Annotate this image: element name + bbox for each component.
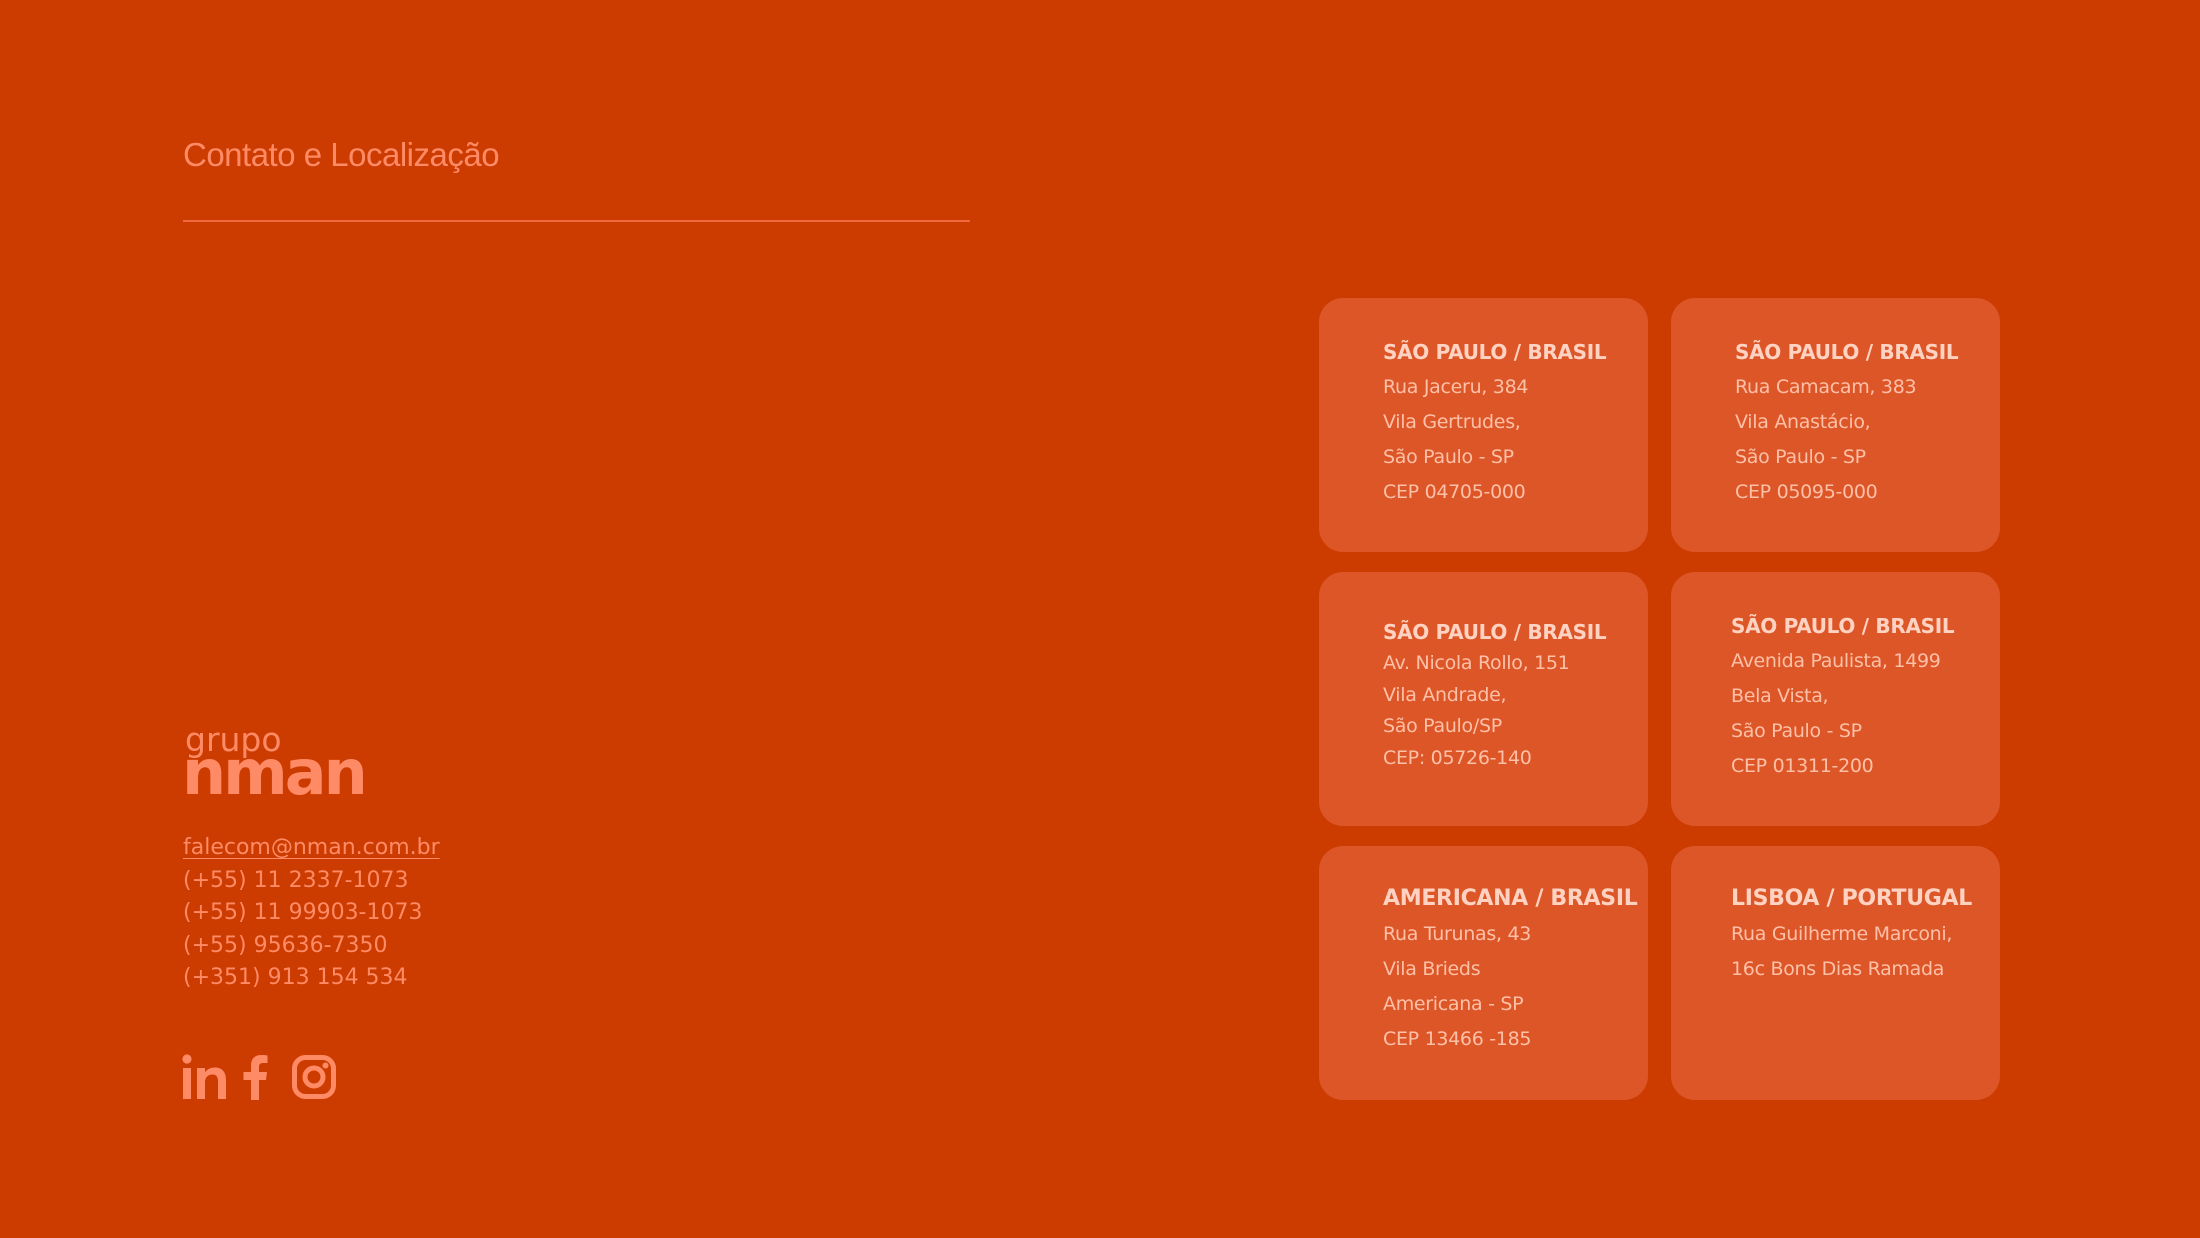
address-line: CEP 04705-000 [1383, 481, 1526, 503]
address-line: 16c Bons Dias Ramada [1731, 958, 1945, 980]
phone-number[interactable]: (+351) 913 154 534 [183, 962, 440, 995]
address-line: Rua Camacam, 383 [1735, 376, 1917, 398]
address-line: Vila Anastácio, [1735, 411, 1871, 433]
address-line: CEP 01311-200 [1731, 755, 1874, 777]
location-card: AMERICANA / BRASIL Rua Turunas, 43 Vila … [1319, 846, 1648, 1100]
address-line: CEP 05095-000 [1735, 481, 1878, 503]
address-line: São Paulo - SP [1735, 446, 1866, 468]
instagram-icon[interactable] [292, 1055, 336, 1099]
location-city: LISBOA / PORTUGAL [1731, 886, 1972, 911]
location-card: SÃO PAULO / BRASIL Avenida Paulista, 149… [1671, 572, 2000, 826]
location-card: SÃO PAULO / BRASIL Rua Jaceru, 384 Vila … [1319, 298, 1648, 552]
address-line: Rua Guilherme Marconi, [1731, 923, 1953, 945]
location-city: SÃO PAULO / BRASIL [1383, 620, 1607, 644]
location-card: SÃO PAULO / BRASIL Av. Nicola Rollo, 151… [1319, 572, 1648, 826]
location-city: SÃO PAULO / BRASIL [1731, 614, 1955, 638]
phone-number[interactable]: (+55) 11 2337-1073 [183, 865, 440, 898]
address-line: Av. Nicola Rollo, 151 [1383, 652, 1570, 674]
phone-number[interactable]: (+55) 11 99903-1073 [183, 897, 440, 930]
location-card: LISBOA / PORTUGAL Rua Guilherme Marconi,… [1671, 846, 2000, 1100]
address-line: Americana - SP [1383, 993, 1524, 1015]
linkedin-icon[interactable] [182, 1054, 228, 1100]
address-line: São Paulo - SP [1383, 446, 1514, 468]
address-line: São Paulo - SP [1731, 720, 1862, 742]
logo-main-text: nman [182, 736, 368, 809]
title-divider [183, 220, 970, 222]
contact-list: falecom@nman.com.br (+55) 11 2337-1073 (… [183, 832, 440, 995]
address-line: CEP 13466 -185 [1383, 1028, 1532, 1050]
location-card: SÃO PAULO / BRASIL Rua Camacam, 383 Vila… [1671, 298, 2000, 552]
grupo-nman-logo: grupo nman [182, 720, 368, 808]
address-line: Rua Jaceru, 384 [1383, 376, 1529, 398]
address-line: Vila Brieds [1383, 958, 1481, 980]
location-city: AMERICANA / BRASIL [1383, 886, 1638, 911]
email-link[interactable]: falecom@nman.com.br [183, 835, 440, 860]
address-line: Avenida Paulista, 1499 [1731, 650, 1941, 672]
location-city: SÃO PAULO / BRASIL [1735, 340, 1959, 364]
page-title: Contato e Localização [183, 136, 500, 173]
address-line: Vila Gertrudes, [1383, 411, 1521, 433]
address-line: São Paulo/SP [1383, 715, 1502, 737]
phone-number[interactable]: (+55) 95636-7350 [183, 930, 440, 963]
social-links [182, 1054, 336, 1100]
location-city: SÃO PAULO / BRASIL [1383, 340, 1607, 364]
address-line: Rua Turunas, 43 [1383, 923, 1532, 945]
facebook-icon[interactable] [242, 1054, 268, 1100]
address-line: CEP: 05726-140 [1383, 746, 1532, 769]
address-line: Vila Andrade, [1383, 683, 1507, 706]
address-line: Bela Vista, [1731, 685, 1829, 707]
